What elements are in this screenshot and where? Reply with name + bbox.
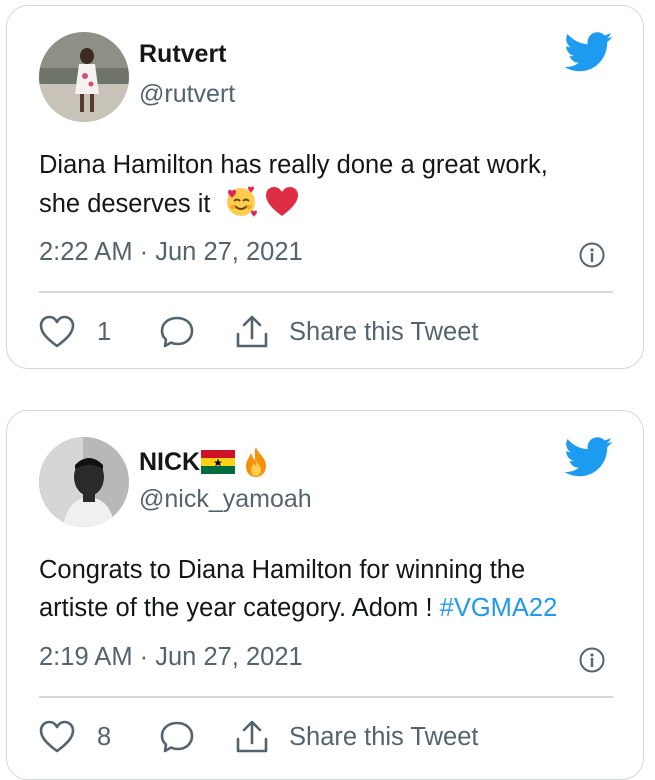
avatar[interactable] (39, 32, 129, 122)
user-handle[interactable]: @nick_yamoah (139, 485, 312, 514)
reply-icon[interactable] (159, 720, 195, 754)
info-icon[interactable] (579, 242, 605, 268)
share-icon[interactable] (235, 314, 269, 350)
divider (39, 291, 613, 293)
tweet-actions: 1 Share this Tweet (39, 310, 478, 354)
share-tweet-button[interactable]: Share this Tweet (289, 318, 478, 347)
tweet-timestamp[interactable]: 2:19 AM · Jun 27, 2021 (39, 643, 303, 672)
share-tweet-button[interactable]: Share this Tweet (289, 723, 478, 752)
red-heart-icon (265, 187, 298, 216)
tweet-text-line: she deserves it (39, 184, 619, 223)
ghana-flag-icon (201, 450, 236, 474)
fire-icon (246, 447, 267, 477)
twitter-bird-icon[interactable] (565, 437, 613, 477)
reply-icon[interactable] (159, 315, 195, 349)
tweet-text: Congrats to Diana Hamilton for winning t… (39, 551, 619, 627)
like-heart-icon[interactable] (39, 315, 75, 349)
display-name[interactable]: NICK (139, 445, 273, 479)
hashtag-link[interactable]: #VGMA22 (440, 594, 558, 622)
divider (39, 696, 613, 698)
tweet-card[interactable]: NICK @nick_yamoah Congrats to Diana Hami… (6, 410, 644, 780)
like-count: 8 (97, 722, 112, 751)
tweet-card[interactable]: Rutvert @rutvert Diana Hamilton has real… (6, 5, 644, 369)
tweet-timestamp[interactable]: 2:22 AM · Jun 27, 2021 (39, 238, 303, 267)
info-icon[interactable] (579, 647, 605, 673)
share-icon[interactable] (235, 719, 269, 755)
tweet-text: Diana Hamilton has really done a great w… (39, 146, 619, 223)
display-name[interactable]: Rutvert (139, 40, 227, 69)
tweet-text-line: Congrats to Diana Hamilton for winning t… (39, 556, 526, 584)
twitter-bird-icon[interactable] (565, 32, 613, 72)
like-heart-icon[interactable] (39, 720, 75, 754)
smiling-face-with-hearts-icon (226, 186, 257, 217)
tweet-text-line: Diana Hamilton has really done a great w… (39, 151, 548, 179)
avatar[interactable] (39, 437, 129, 527)
like-count: 1 (97, 317, 112, 346)
user-handle[interactable]: @rutvert (139, 80, 235, 109)
tweet-actions: 8 Share this Tweet (39, 715, 478, 759)
tweet-text-line: artiste of the year category. Adom ! #VG… (39, 594, 558, 622)
